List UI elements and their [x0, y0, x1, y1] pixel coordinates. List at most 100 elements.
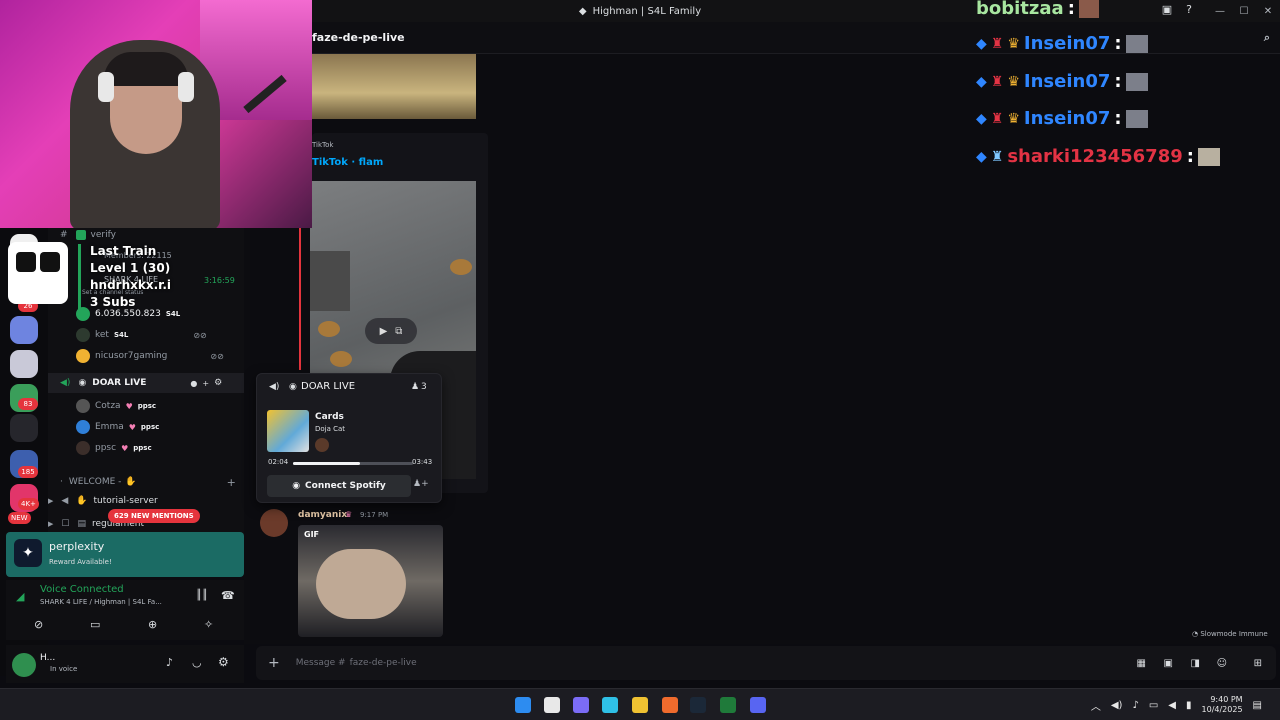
speaker-icon[interactable]: ◀	[1168, 700, 1176, 711]
task-view-icon[interactable]	[544, 697, 560, 713]
headset	[178, 72, 194, 102]
rules-icon: ☐	[61, 519, 70, 529]
add-user-icon[interactable]: +	[202, 379, 209, 388]
embed-title-link[interactable]: TikTok · flam	[312, 157, 383, 168]
open-external-icon: ⧉	[395, 325, 403, 337]
emote-icon	[1125, 109, 1148, 128]
voice-channel-doar-live[interactable]: ◀) ◉ DOAR LIVE ● + ⚙	[48, 373, 244, 393]
avatar[interactable]	[260, 509, 288, 537]
add-friend-icon[interactable]: ♟+	[413, 479, 429, 489]
microphone-icon[interactable]: ♪	[166, 656, 173, 669]
camera-off-icon[interactable]: ⊘	[34, 618, 43, 631]
chevron-up-icon[interactable]: ︿	[1091, 698, 1101, 713]
track-artist[interactable]: Doja Cat	[315, 425, 345, 433]
promo-subtitle: Reward Available!	[49, 558, 112, 566]
user-name[interactable]: H...	[40, 653, 55, 663]
apps-icon[interactable]: ⊞	[1254, 658, 1262, 669]
add-attachment-icon[interactable]: +	[268, 655, 280, 671]
logo-shape	[40, 252, 60, 272]
leaf-shape	[330, 351, 352, 367]
speaker-icon: ◀)	[269, 382, 280, 392]
settings-icon[interactable]: ⚙	[218, 655, 229, 669]
heart-icon: ♥	[128, 422, 136, 432]
brave-icon[interactable]	[662, 697, 678, 713]
disconnect-icon[interactable]: ☎	[221, 589, 235, 602]
hash-icon: #	[60, 230, 68, 240]
message-image[interactable]	[312, 54, 476, 119]
play-icon: ▶	[379, 325, 388, 337]
sticker-icon[interactable]: ◨	[1191, 658, 1200, 669]
server-icon[interactable]	[10, 316, 38, 344]
steam-icon[interactable]	[690, 697, 706, 713]
file-explorer-icon[interactable]	[632, 697, 648, 713]
avatar[interactable]	[12, 653, 36, 677]
category-welcome[interactable]: · WELCOME - ✋ +	[48, 472, 244, 492]
connect-spotify-button[interactable]: ◉ Connect Spotify	[267, 475, 411, 497]
message-composer[interactable]: + Message # faze-de-pe-live ▦ ▣ ◨ ☺ ⊞	[256, 646, 1276, 680]
volume-icon[interactable]: ◀)	[1111, 700, 1123, 711]
server-icon[interactable]	[10, 350, 38, 378]
voice-location[interactable]: SHARK 4 LIFE / Highman | S4L Fa...	[40, 598, 162, 606]
user-name: 6.036.550.823	[95, 309, 161, 319]
notification-icon[interactable]: ▤	[1253, 700, 1262, 711]
chat-icon[interactable]: ●	[190, 379, 197, 388]
gif-icon[interactable]: ▣	[1164, 658, 1173, 669]
clock-date: 10/4/2025	[1201, 705, 1243, 714]
emoji-icon[interactable]: ☺	[1217, 658, 1227, 669]
voice-status[interactable]: Voice Connected	[40, 584, 124, 595]
window-title: Highman | S4L Family	[592, 5, 702, 17]
spotify-icon: ◉	[292, 481, 301, 491]
video-play-button[interactable]: ▶ ⧉	[365, 318, 417, 344]
voice-channel-popup: ◀) ◉ DOAR LIVE ♟ 3 Cards Doja Cat 02:04 …	[256, 373, 442, 503]
app-icon[interactable]	[602, 697, 618, 713]
gear-icon[interactable]: ⚙	[214, 378, 222, 388]
stats-line: Last Train	[90, 244, 157, 258]
track-title[interactable]: Cards	[315, 412, 344, 422]
channel-tutorial-server[interactable]: ▶ ◀ ✋ tutorial-server	[48, 491, 244, 511]
cube-badge-icon: ◆	[976, 148, 987, 165]
voice-user-row[interactable]: Emma ♥ ppsc	[76, 417, 159, 437]
add-channel-icon[interactable]: +	[227, 476, 236, 489]
noise-suppression-icon[interactable]: ║║	[196, 590, 208, 601]
mod-badge-icon: ♜	[990, 35, 1004, 52]
system-tray: ︿ ◀) ♪ ▭ ◀ ▮ 9:40 PM 10/4/2025 ▤	[1091, 695, 1262, 715]
gift-icon[interactable]: ▦	[1137, 658, 1146, 669]
voice-user-row[interactable]: ket S4L ⊘⊘	[76, 325, 207, 345]
headphones-icon[interactable]: ◡	[192, 656, 202, 669]
start-icon[interactable]	[515, 697, 531, 713]
collapse-icon: ·	[60, 477, 63, 487]
album-cover[interactable]	[267, 410, 309, 452]
user-status: In voice	[50, 665, 78, 673]
voice-user-row[interactable]: ppsc ♥ ppsc	[76, 438, 152, 458]
role-tag: ppsc	[140, 423, 160, 431]
avatar	[76, 441, 90, 455]
server-icon[interactable]	[10, 414, 38, 442]
stats-line: Level 1 (30)	[90, 261, 171, 275]
channel-verify[interactable]: # verify	[48, 225, 244, 245]
soundboard-icon[interactable]: ✧	[204, 618, 213, 631]
clock[interactable]: 9:40 PM 10/4/2025	[1202, 695, 1243, 715]
track-total: 03:43	[412, 458, 433, 466]
message-time: 9:17 PM	[360, 511, 389, 519]
channel-label: verify	[90, 230, 116, 240]
perplexity-promo[interactable]: ✦ perplexity Reward Available!	[6, 532, 244, 577]
crown-badge-icon: ♛	[1007, 110, 1020, 127]
network-icon[interactable]: ▭	[1149, 700, 1158, 711]
perplexity-icon: ✦	[14, 539, 42, 567]
chat-user: bobitzaa	[976, 0, 1064, 19]
activity-icon[interactable]: ⊕	[148, 618, 157, 631]
copilot-icon[interactable]	[573, 697, 589, 713]
message-author[interactable]: damyanix	[298, 510, 347, 520]
battery-icon[interactable]: ▮	[1186, 700, 1192, 711]
voice-user-row[interactable]: Cotza ♥ ppsc	[76, 396, 156, 416]
new-mentions-pill[interactable]: 629 NEW MENTIONS	[108, 509, 200, 523]
gif-attachment[interactable]: GIF	[298, 525, 443, 637]
mic-icon[interactable]: ♪	[1132, 700, 1138, 711]
excel-icon[interactable]	[720, 697, 736, 713]
role-tag: S4L	[113, 331, 129, 339]
voice-user-row[interactable]: nicusor7gaming ⊘⊘	[76, 346, 224, 366]
emote-icon	[1078, 0, 1099, 18]
discord-icon[interactable]	[750, 697, 766, 713]
screen-share-icon[interactable]: ▭	[90, 618, 100, 631]
signal-icon[interactable]: ◢	[16, 590, 24, 603]
